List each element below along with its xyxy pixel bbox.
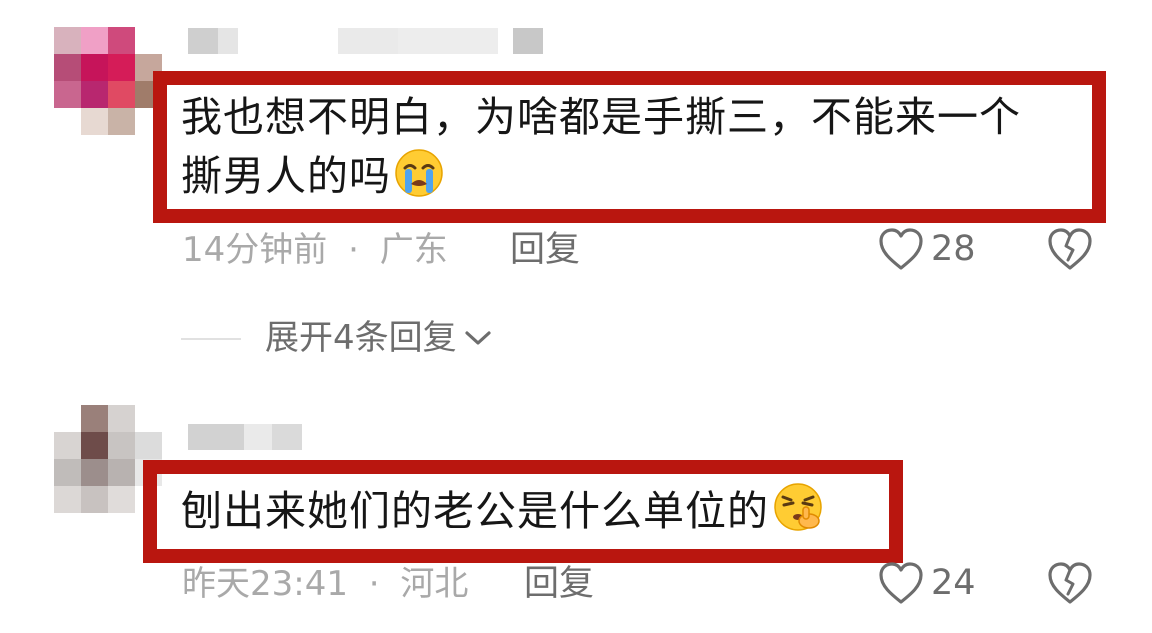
like-button-1[interactable]: 28	[877, 226, 976, 272]
chevron-down-icon	[465, 331, 491, 345]
comment-time: 昨天23:41	[182, 564, 348, 604]
crying-face-emoji-icon	[393, 146, 445, 213]
comment-text-line-1: 我也想不明白，为啥都是手撕三，不能来一个	[181, 93, 1021, 141]
comment-text-line-1: 刨出来她们的老公是什么单位的	[181, 487, 769, 535]
meta-separator: ·	[368, 564, 380, 604]
comment-time: 14分钟前	[182, 230, 328, 270]
broken-heart-icon	[1048, 562, 1092, 604]
meta-separator: ·	[348, 230, 359, 270]
comment-location: 河北	[400, 564, 469, 604]
like-count: 28	[931, 229, 976, 269]
like-button-2[interactable]: 24	[877, 560, 976, 606]
comment-meta-1: 14分钟前 · 广东	[182, 230, 448, 270]
username-blurred-2[interactable]	[188, 424, 308, 450]
comment-text-1: 我也想不明白，为啥都是手撕三，不能来一个 撕男人的吗	[181, 88, 1021, 213]
like-count: 24	[931, 563, 976, 603]
reply-button-1[interactable]: 回复	[510, 230, 580, 270]
shushing-face-emoji-icon	[771, 481, 825, 548]
heart-outline-icon	[879, 228, 923, 270]
dislike-button-2[interactable]	[1046, 560, 1094, 610]
comment-meta-2: 昨天23:41 · 河北	[182, 564, 468, 604]
avatar-blurred-1[interactable]	[54, 27, 162, 135]
broken-heart-icon	[1048, 228, 1092, 270]
expand-replies-label: 展开4条回复	[265, 318, 457, 358]
heart-outline-icon	[879, 562, 923, 604]
reply-button-2[interactable]: 回复	[524, 564, 594, 604]
username-blurred-1[interactable]	[188, 28, 548, 54]
comment-location: 广东	[379, 230, 448, 270]
expand-divider-line	[181, 338, 241, 340]
comment-text-line-2: 撕男人的吗	[181, 152, 391, 200]
comment-text-2: 刨出来她们的老公是什么单位的	[181, 481, 825, 548]
expand-replies-button[interactable]: 展开4条回复	[265, 318, 493, 358]
dislike-button-1[interactable]	[1046, 226, 1094, 276]
